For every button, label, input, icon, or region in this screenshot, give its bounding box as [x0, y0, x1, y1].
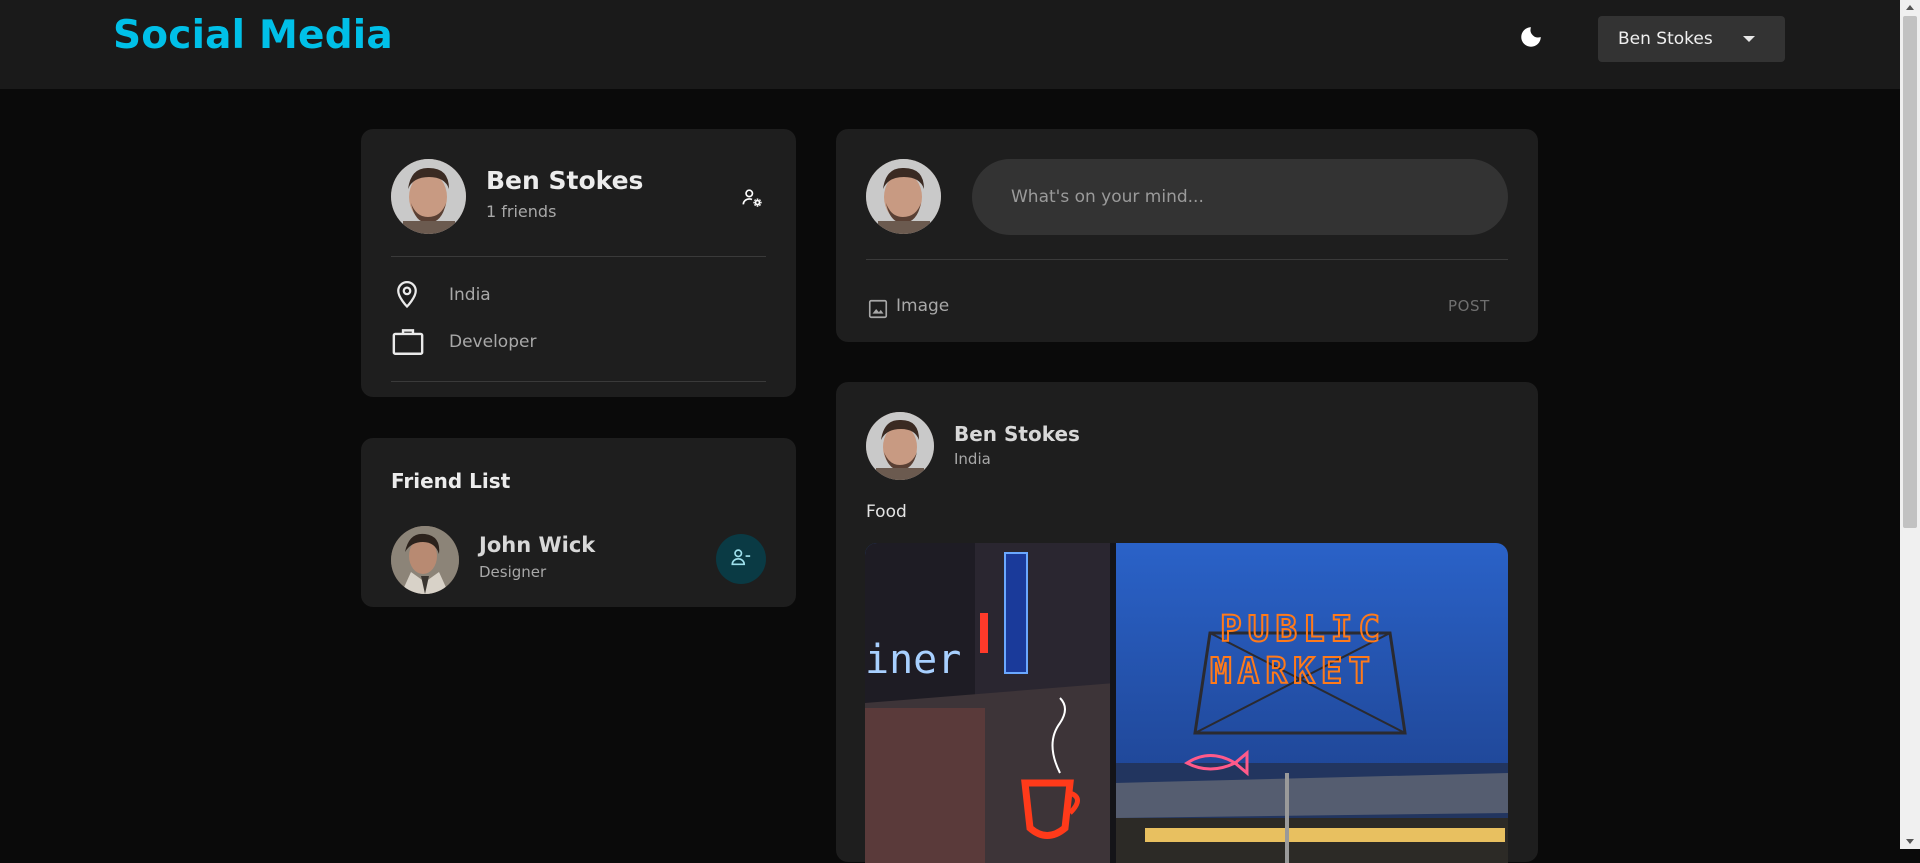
- scroll-up-arrow-icon[interactable]: [1906, 5, 1914, 10]
- add-image-label: Image: [896, 296, 950, 316]
- friend-occupation: Designer: [479, 563, 547, 581]
- user-select-value: Ben Stokes: [1618, 29, 1713, 49]
- profile-avatar[interactable]: [391, 159, 466, 234]
- remove-friend-icon: [730, 546, 752, 572]
- friend-list-title: Friend List: [391, 469, 511, 493]
- post-author-avatar[interactable]: [866, 412, 934, 480]
- profile-name[interactable]: Ben Stokes: [486, 166, 643, 195]
- scroll-down-arrow-icon[interactable]: [1906, 839, 1914, 844]
- location-pin-icon: [391, 277, 423, 311]
- profile-location: India: [449, 285, 491, 305]
- profile-occupation: Developer: [449, 332, 537, 352]
- post-composer-card: Image POST: [836, 129, 1538, 342]
- post-input[interactable]: [972, 159, 1508, 235]
- friend-list-card: Friend List John Wick Designer: [361, 438, 796, 607]
- add-image-button[interactable]: Image: [866, 294, 956, 322]
- caret-down-icon: [1743, 36, 1755, 42]
- friend-avatar[interactable]: [391, 526, 459, 594]
- profile-friends-count: 1 friends: [486, 202, 557, 221]
- moon-icon: [1518, 24, 1544, 54]
- profile-divider-bottom: [391, 381, 766, 382]
- profile-divider-top: [391, 256, 766, 257]
- post-image-sign-left: iner: [865, 637, 961, 683]
- page-scrollbar[interactable]: [1900, 0, 1920, 849]
- briefcase-icon: [391, 325, 425, 357]
- post-button[interactable]: POST: [1448, 297, 1490, 315]
- brand-logo[interactable]: Social Media: [113, 13, 393, 58]
- post-description: Food: [866, 502, 907, 522]
- profile-card: Ben Stokes 1 friends India Developer: [361, 129, 796, 397]
- top-navbar: Social Media Ben Stokes: [0, 0, 1900, 89]
- post-image[interactable]: iner PUBLIC MARKET: [865, 543, 1508, 863]
- remove-friend-button[interactable]: [716, 534, 766, 584]
- post-author-location: India: [954, 450, 991, 468]
- manage-account-icon[interactable]: [739, 185, 765, 211]
- user-select-dropdown[interactable]: Ben Stokes: [1598, 16, 1785, 62]
- composer-avatar: [866, 159, 941, 234]
- friend-name[interactable]: John Wick: [479, 533, 595, 557]
- post-card: Ben Stokes India Food iner PUBLIC MARKET: [836, 382, 1538, 863]
- post-author-name[interactable]: Ben Stokes: [954, 422, 1080, 446]
- scrollbar-thumb[interactable]: [1903, 16, 1917, 528]
- dark-mode-toggle[interactable]: [1516, 24, 1546, 54]
- post-image-sign-line2: MARKET: [1210, 651, 1376, 692]
- post-image-sign-line1: PUBLIC: [1220, 609, 1386, 650]
- composer-divider: [866, 259, 1508, 260]
- image-icon: [866, 297, 890, 321]
